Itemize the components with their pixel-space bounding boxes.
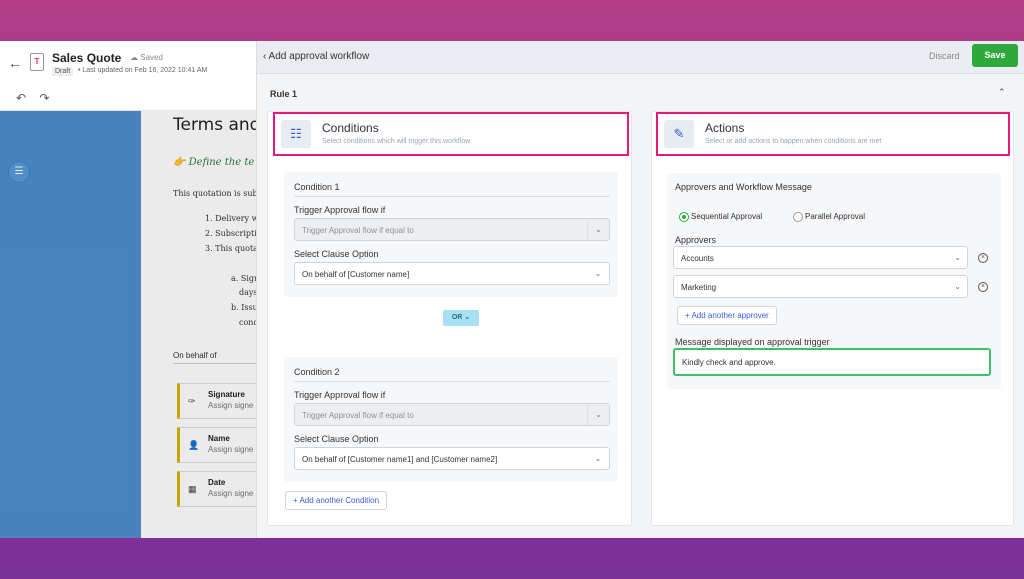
document-title: Sales Quote (52, 51, 122, 65)
clause-select[interactable]: On behalf of [Customer name] ⌄ (294, 262, 610, 285)
sequential-approval-radio[interactable]: Sequential Approval (679, 212, 762, 222)
conditions-panel: ☷ Conditions Select conditions which wil… (267, 111, 632, 526)
remove-approver-icon[interactable]: × (978, 282, 988, 292)
condition-title: Condition 1 (294, 182, 340, 192)
approvers-section: Approvers and Workflow Message Sequentia… (667, 173, 1001, 389)
conditions-header: ☷ Conditions Select conditions which wil… (273, 112, 629, 156)
remove-approver-icon[interactable]: × (978, 253, 988, 263)
or-toggle-button[interactable]: OR ⌄ (443, 310, 479, 326)
approvers-section-title: Approvers and Workflow Message (675, 182, 812, 192)
approval-workflow-modal: ‹ Add approval workflow Discard Save Rul… (256, 41, 1024, 538)
saved-status: ☁ Saved (130, 53, 163, 62)
chevron-down-icon: ⌄ (954, 253, 961, 262)
trigger-select[interactable]: Trigger Approval flow if equal to ⌄ (294, 218, 610, 241)
radio-selected-icon (679, 212, 689, 222)
document-icon: T (30, 53, 44, 71)
discard-button[interactable]: Discard (929, 51, 960, 61)
clause-label: Select Clause Option (294, 434, 379, 444)
clause-select[interactable]: On behalf of [Customer name1] and [Custo… (294, 447, 610, 470)
condition-card: Condition 2 Trigger Approval flow if Tri… (284, 357, 618, 482)
chevron-down-icon: ⌄ (954, 282, 961, 291)
undo-redo-bar: ↶ ↷ (16, 91, 59, 105)
actions-header: ✎ Actions Select or add actions to happe… (656, 112, 1010, 156)
trigger-placeholder: Trigger Approval flow if equal to (302, 411, 414, 420)
chevron-down-icon: ⌄ (594, 269, 602, 278)
saved-label: Saved (140, 53, 163, 62)
parallel-approval-radio[interactable]: Parallel Approval (793, 212, 865, 222)
save-button[interactable]: Save (972, 44, 1018, 67)
divider (294, 196, 610, 197)
editor-header: ← T Sales Quote ☁ Saved Draft • Last upd… (0, 41, 256, 111)
chevron-up-icon[interactable]: ⌃ (998, 87, 1006, 98)
modal-title-back[interactable]: ‹ Add approval workflow (263, 51, 369, 62)
rule-title: Rule 1 (270, 89, 298, 99)
redo-icon[interactable]: ↷ (39, 91, 49, 105)
actions-title: Actions (705, 121, 745, 135)
trigger-placeholder: Trigger Approval flow if equal to (302, 226, 414, 235)
radio-unselected-icon (793, 212, 803, 222)
chevron-down-icon: ⌄ (594, 454, 602, 463)
approvers-label: Approvers (675, 235, 717, 245)
modal-header: ‹ Add approval workflow Discard Save (257, 41, 1024, 74)
conditions-title: Conditions (322, 121, 379, 135)
undo-icon[interactable]: ↶ (16, 91, 26, 105)
approval-message-input[interactable]: Kindly check and approve. (673, 348, 991, 376)
draft-badge: Draft (52, 67, 74, 76)
checklist-icon: ☷ (281, 120, 311, 148)
condition-title: Condition 2 (294, 367, 340, 377)
approver-value: Marketing (681, 283, 717, 292)
actions-subtitle: Select or add actions to happen when con… (705, 138, 882, 145)
trigger-label: Trigger Approval flow if (294, 390, 386, 400)
clause-label: Select Clause Option (294, 249, 379, 259)
approver-select[interactable]: Accounts ⌄ (673, 246, 968, 269)
add-condition-button[interactable]: + Add another Condition (285, 491, 388, 510)
chevron-down-icon: ⌄ (587, 219, 609, 240)
modal-backdrop (0, 111, 256, 538)
last-updated: • Last updated on Feb 16, 2022 10:41 AM (78, 67, 208, 74)
condition-card: Condition 1 Trigger Approval flow if Tri… (284, 172, 618, 297)
app-window: ← T Sales Quote ☁ Saved Draft • Last upd… (0, 41, 1024, 538)
divider (294, 381, 610, 382)
clause-value: On behalf of [Customer name] (302, 270, 410, 279)
approver-select[interactable]: Marketing ⌄ (673, 275, 968, 298)
trigger-select[interactable]: Trigger Approval flow if equal to ⌄ (294, 403, 610, 426)
back-arrow-icon[interactable]: ← (8, 55, 22, 71)
add-approver-button[interactable]: + Add another approver (677, 306, 777, 325)
clause-value: On behalf of [Customer name1] and [Custo… (302, 455, 498, 464)
approver-value: Accounts (681, 254, 714, 263)
magic-wand-icon: ✎ (664, 120, 694, 148)
message-label: Message displayed on approval trigger (675, 337, 830, 347)
conditions-subtitle: Select conditions which will trigger thi… (322, 138, 471, 145)
trigger-label: Trigger Approval flow if (294, 205, 386, 215)
actions-panel: ✎ Actions Select or add actions to happe… (651, 111, 1014, 526)
chevron-down-icon: ⌄ (587, 404, 609, 425)
